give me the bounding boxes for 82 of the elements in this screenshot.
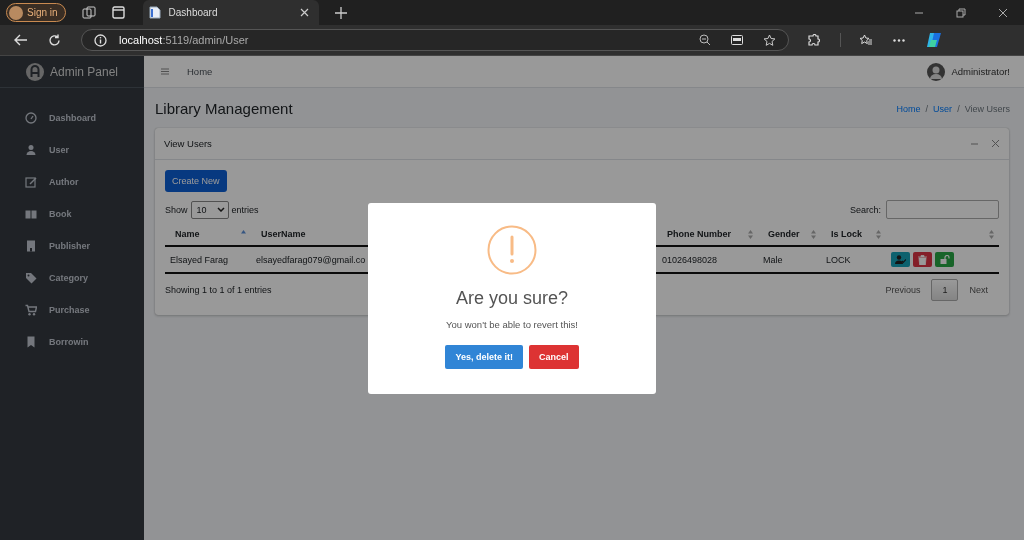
avatar-icon <box>9 5 23 20</box>
trash-icon <box>918 254 927 265</box>
breadcrumb-item: View Users <box>964 103 1010 114</box>
column-header[interactable]: Gender <box>768 229 800 239</box>
breadcrumb-separator: / <box>957 103 960 114</box>
browser-tab[interactable]: Dashboard <box>142 0 319 25</box>
tab-title: Dashboard <box>168 7 219 18</box>
sidebar-item[interactable]: Purchase <box>0 294 144 326</box>
edit-button[interactable] <box>891 252 910 267</box>
dialog-title: Are you sure? <box>455 287 569 309</box>
breadcrumb-separator: / <box>925 103 929 114</box>
address-field[interactable]: localhost:5119/admin/User <box>81 29 789 51</box>
sidebar-item[interactable]: User <box>0 134 144 166</box>
back-icon[interactable] <box>14 34 28 46</box>
tag-icon <box>25 272 37 284</box>
info-icon[interactable] <box>94 33 107 47</box>
sign-in-button[interactable]: Sign in <box>6 3 66 22</box>
favorites-icon[interactable] <box>859 33 873 47</box>
search-label: Search: <box>849 204 881 215</box>
bookmark-icon <box>25 336 37 348</box>
card-title: View Users <box>164 138 212 149</box>
dialog-message: You won't be able to revert this! <box>446 318 578 330</box>
page-icon <box>148 6 161 19</box>
pagination-button[interactable]: 1 <box>931 279 959 301</box>
building-icon <box>25 240 37 252</box>
pagination-button[interactable]: Previous <box>874 279 932 301</box>
book-icon <box>25 208 37 220</box>
confirm-button[interactable]: Yes, delete it! <box>445 344 523 369</box>
url-text: localhost:5119/admin/User <box>119 34 249 46</box>
star-icon[interactable] <box>763 33 776 47</box>
table-cell: LOCK <box>821 246 886 273</box>
breadcrumb-item[interactable]: User <box>933 103 953 114</box>
reload-icon[interactable] <box>48 33 61 47</box>
tab-actions-icon[interactable] <box>111 6 125 19</box>
gauge-icon <box>25 112 37 124</box>
column-header[interactable]: Phone Number <box>667 229 731 239</box>
show-label: Show <box>165 204 188 215</box>
sidebar-item[interactable]: Book <box>0 198 144 230</box>
more-icon[interactable] <box>893 38 905 42</box>
avatar-icon[interactable] <box>927 62 946 81</box>
breadcrumb-item[interactable]: Home <box>896 103 921 114</box>
page-length-select[interactable]: 10 <box>190 200 229 219</box>
sidebar-item[interactable]: Author <box>0 166 144 198</box>
table-cell: Male <box>758 246 821 273</box>
menu-icon[interactable] <box>161 68 169 75</box>
user-check-icon <box>895 255 906 264</box>
workspaces-icon[interactable] <box>81 5 96 20</box>
column-header[interactable]: Is Lock <box>831 229 862 239</box>
pagination-button[interactable]: Next <box>958 279 999 301</box>
sidebar-item[interactable]: Category <box>0 262 144 294</box>
home-link[interactable]: Home <box>187 66 213 77</box>
delete-button[interactable] <box>913 252 932 267</box>
user-icon <box>25 144 37 156</box>
logo-icon <box>25 62 44 81</box>
close-icon[interactable] <box>299 8 309 17</box>
chevron-down-icon <box>216 207 225 212</box>
sidebar-item[interactable]: Borrowin <box>0 326 144 358</box>
column-header[interactable]: Name <box>175 229 200 239</box>
cancel-button[interactable]: Cancel <box>529 344 579 369</box>
entries-label: entries <box>231 204 259 215</box>
page-title: Library Management <box>155 100 293 117</box>
warning-icon <box>487 224 537 275</box>
search-field[interactable] <box>886 200 999 219</box>
copilot-icon[interactable] <box>925 31 943 49</box>
extensions-icon[interactable] <box>807 33 820 47</box>
close-icon[interactable] <box>998 7 1008 18</box>
zoom-out-icon[interactable] <box>699 34 711 46</box>
reader-icon[interactable] <box>731 35 743 45</box>
cart-icon <box>25 304 37 316</box>
sidebar-item[interactable]: Dashboard <box>0 102 144 134</box>
create-new-button[interactable]: Create New <box>165 170 227 192</box>
unlock-button[interactable] <box>935 252 954 267</box>
user-name[interactable]: Administrator! <box>951 66 1010 77</box>
brand-title: Admin Panel <box>49 64 118 79</box>
sidebar-item[interactable]: Publisher <box>0 230 144 262</box>
table-info: Showing 1 to 1 of 1 entries <box>165 285 272 295</box>
new-tab-icon[interactable] <box>334 6 347 19</box>
table-cell: Elsayed Farag <box>165 246 251 273</box>
edit-icon <box>25 176 37 188</box>
column-header[interactable]: UserName <box>261 229 306 239</box>
restore-icon[interactable] <box>956 7 966 18</box>
unlock-icon <box>939 255 950 264</box>
